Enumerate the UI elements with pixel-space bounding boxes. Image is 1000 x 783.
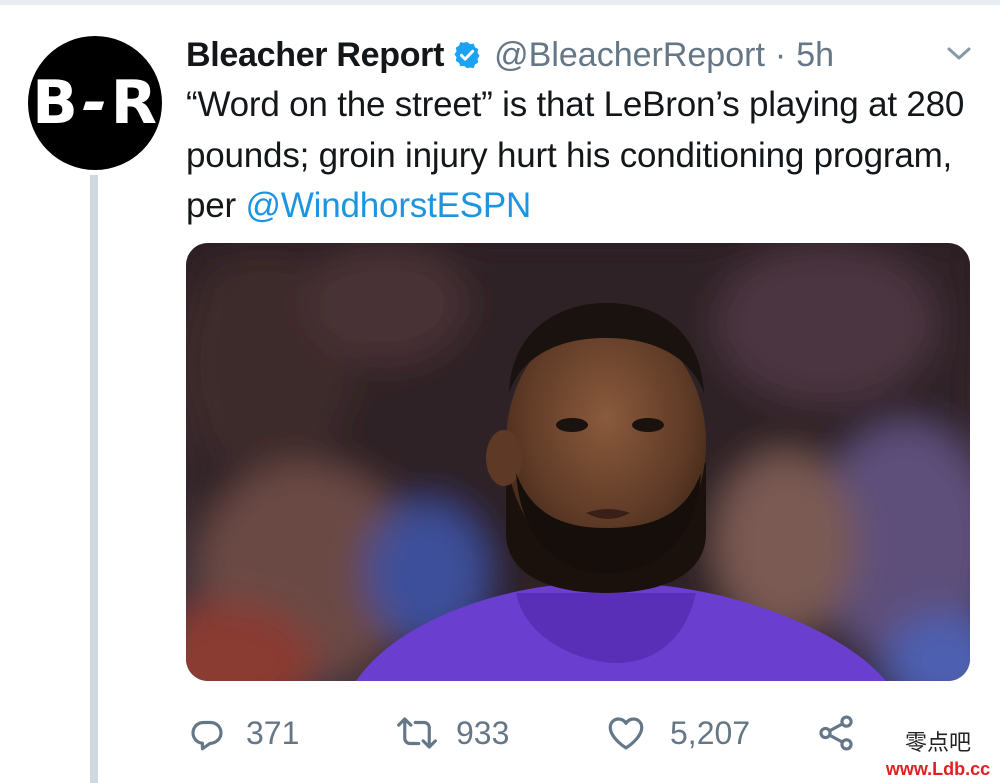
like-count: 5,207	[670, 714, 751, 751]
retweet-button[interactable]: 933	[394, 705, 509, 761]
tweet-text: “Word on the street” is that LeBron’s pl…	[186, 80, 966, 232]
verified-badge-icon	[452, 40, 482, 70]
handle[interactable]: @BleacherReport	[494, 36, 765, 75]
reply-count: 371	[246, 714, 300, 751]
display-name[interactable]: Bleacher Report	[186, 36, 444, 75]
watermark-text: 零点吧	[904, 731, 971, 756]
avatar-letter-b: B	[32, 68, 79, 138]
watermark-url: www.Ldb.cc	[885, 759, 991, 779]
share-button[interactable]	[814, 705, 858, 761]
share-icon	[814, 712, 858, 754]
retweet-icon	[394, 712, 440, 754]
tweet-photo[interactable]	[186, 243, 970, 681]
like-button[interactable]: 5,207	[604, 705, 750, 761]
reply-icon	[186, 712, 228, 754]
avatar[interactable]: B-R	[28, 36, 162, 170]
watermark: 零点吧 www.Ldb.cc	[876, 730, 1000, 783]
retweet-count: 933	[456, 714, 510, 751]
thread-line	[90, 175, 98, 783]
top-divider	[0, 0, 1000, 5]
tweet-header: Bleacher Report @BleacherReport · 5h	[186, 30, 834, 80]
reply-button[interactable]: 371	[186, 705, 299, 761]
separator-dot: ·	[774, 35, 787, 74]
heart-icon	[604, 712, 648, 754]
avatar-letter-r: R	[110, 68, 158, 138]
mention-link[interactable]: @WindhorstESPN	[246, 186, 532, 225]
timestamp[interactable]: 5h	[796, 36, 834, 75]
tweet-actions: 371 933 5,207	[186, 705, 886, 761]
chevron-down-icon[interactable]	[944, 42, 974, 66]
photo-illustration	[186, 243, 970, 681]
